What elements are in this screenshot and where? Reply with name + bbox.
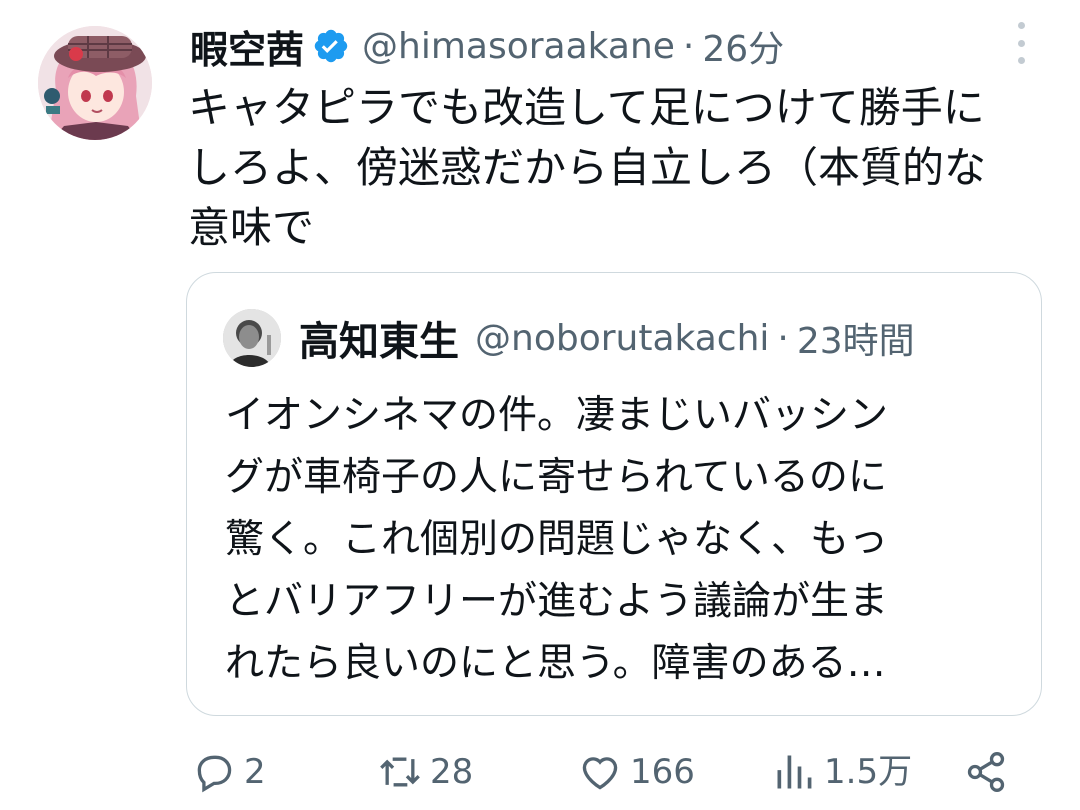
retweet-button[interactable]: 28 <box>378 750 473 794</box>
tweet-time[interactable]: 26分 <box>702 20 784 72</box>
verified-badge-icon <box>314 29 348 63</box>
views-button[interactable]: 1.5万 <box>772 750 912 794</box>
views-icon <box>777 755 812 789</box>
quoted-author-avatar <box>223 309 281 367</box>
tweet-action-bar: 2 28 166 1.5万 <box>188 750 1048 810</box>
author-avatar[interactable] <box>38 26 152 140</box>
share-button[interactable] <box>964 750 1008 794</box>
quoted-tweet-time: 23時間 <box>796 321 915 362</box>
retweet-count: 28 <box>430 752 474 792</box>
author-name[interactable]: 暇空茜 <box>190 19 304 74</box>
reply-icon <box>197 755 232 793</box>
retweet-icon <box>380 757 420 787</box>
reply-count: 2 <box>244 752 266 792</box>
heart-icon <box>582 757 618 790</box>
separator-dot: · <box>777 317 789 359</box>
more-vertical-icon[interactable] <box>1010 22 1032 64</box>
reply-button[interactable]: 2 <box>192 750 266 794</box>
separator-dot: · <box>682 25 695 67</box>
tweet-header: 暇空茜 @himasoraakane · 26分 <box>190 18 1010 74</box>
tweet-text: キャタピラでも改造して足につけて勝手に しろよ、傍迷惑だから自立しろ（本質的な … <box>188 83 987 252</box>
like-count: 166 <box>630 752 695 792</box>
quoted-tweet-card[interactable]: 高知東生 @noborutakachi · 23時間 イオンシネマの件。凄まじい… <box>186 272 1042 716</box>
quoted-tweet-text: イオンシネマの件。凄まじいバッシン グが車椅子の人に寄せられているのに 驚く。こ… <box>225 393 889 686</box>
quoted-author-handle: @noborutakachi <box>475 317 770 359</box>
view-count: 1.5万 <box>824 752 913 792</box>
author-handle[interactable]: @himasoraakane <box>362 26 675 67</box>
like-button[interactable]: 166 <box>578 750 695 794</box>
share-icon <box>967 752 1005 792</box>
quoted-author-name: 高知東生 <box>299 319 459 365</box>
quoted-tweet-header: 高知東生 @noborutakachi · 23時間 <box>299 311 1019 366</box>
